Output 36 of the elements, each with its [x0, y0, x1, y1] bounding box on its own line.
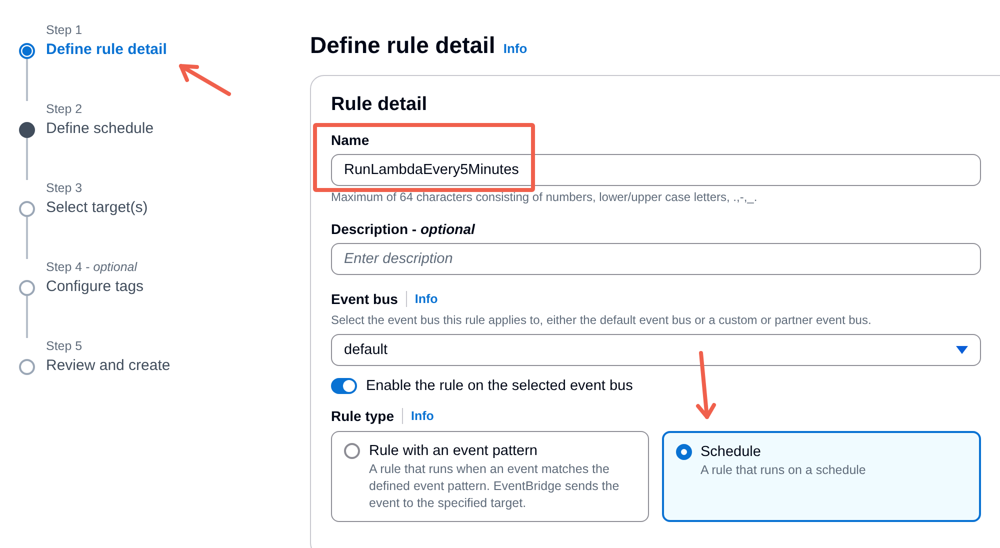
step-number: Step 2 — [46, 101, 84, 118]
step-title[interactable]: Configure tags — [46, 276, 144, 298]
caret-icon — [956, 346, 968, 354]
event-bus-dropdown[interactable]: default — [331, 334, 981, 366]
rule-type-option[interactable]: Rule with an event pattern A rule that runs when an event matches the defined event pattern. EventBridge sends the event to the specified target. — [331, 431, 648, 522]
step-number: Step 3 — [46, 180, 84, 197]
step-number: Step 5 — [46, 338, 84, 355]
page-title: Define rule detail — [310, 32, 496, 59]
option-title: Rule with an event pattern — [369, 442, 538, 460]
info-link[interactable]: Info — [414, 292, 438, 306]
radio-button[interactable] — [676, 444, 692, 460]
step-number: Step 1 — [46, 22, 84, 39]
annotation-arrow — [693, 350, 717, 422]
option-description: A rule that runs on a schedule — [700, 462, 866, 479]
step-title[interactable]: Define rule detail — [46, 39, 167, 61]
option-title: Schedule — [700, 443, 762, 461]
field-label: Name — [331, 131, 370, 150]
radio-button[interactable] — [344, 443, 360, 459]
field-hint: Select the event bus this rule applies to, either the default event bus or a custom or partner event bus. — [331, 312, 872, 328]
toggle-switch[interactable] — [331, 378, 357, 394]
field-hint: Maximum of 64 characters consisting of numbers, lower/upper case letters, .,-,_. — [331, 189, 758, 205]
description-input-field[interactable]: Enter description — [331, 243, 981, 275]
field-label: Rule type — [331, 407, 394, 426]
info-link[interactable]: Info — [503, 41, 528, 56]
step-title[interactable]: Review and create — [46, 355, 170, 377]
field-label: Event bus — [331, 290, 398, 309]
info-link[interactable]: Info — [411, 409, 434, 423]
toggle-label: Enable the rule on the selected event bus — [366, 378, 633, 394]
card-title: Rule detail — [331, 94, 428, 116]
step-title[interactable]: Select target(s) — [46, 197, 148, 219]
option-description: A rule that runs when an event matches the defined event pattern. EventBridge sends the event to the specified target. — [369, 461, 620, 512]
step-title[interactable]: Define schedule — [46, 118, 154, 140]
name-input-field[interactable]: RunLambdaEvery5Minutes — [331, 154, 981, 186]
rule-type-option[interactable]: Schedule A rule that runs on a schedule — [662, 431, 981, 522]
step-number: Step 4 - optional — [46, 259, 138, 276]
field-label: Description - optional — [331, 220, 475, 239]
